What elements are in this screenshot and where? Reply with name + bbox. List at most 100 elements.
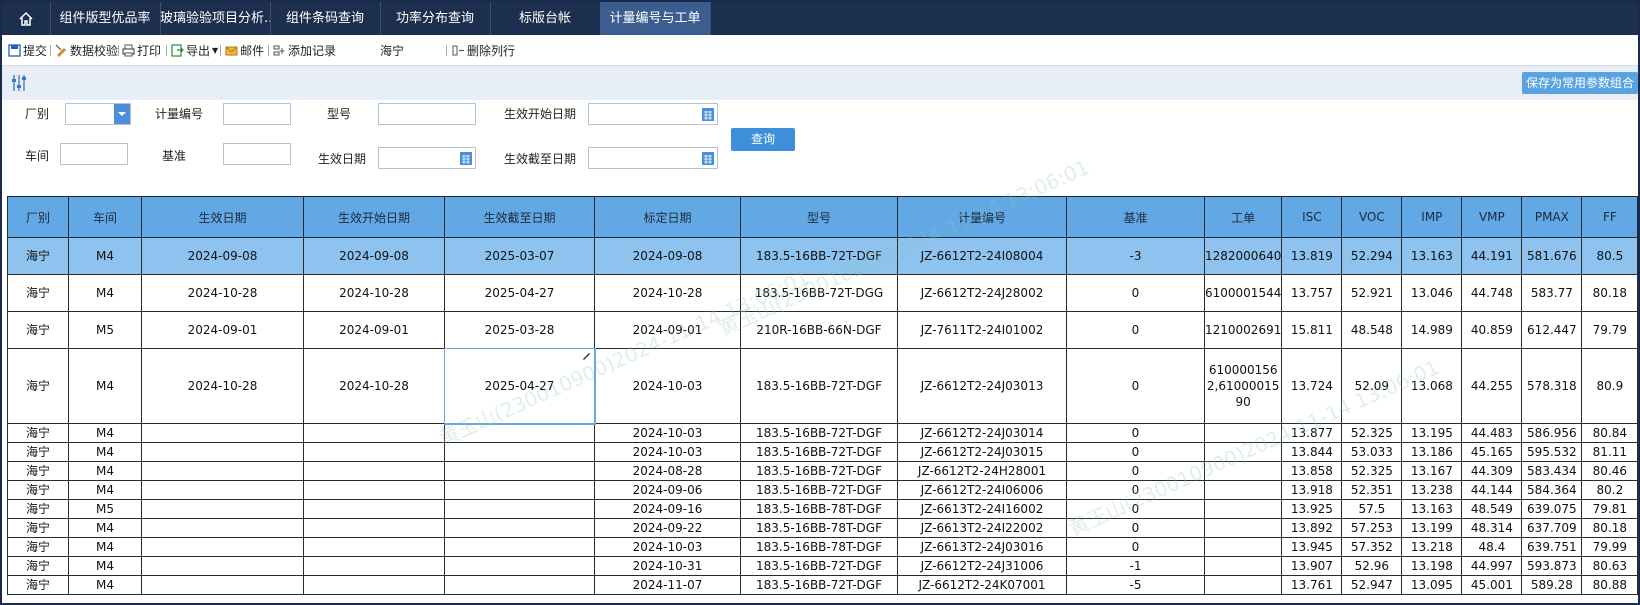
column-header[interactable]: 生效日期 [141, 196, 304, 238]
table-cell[interactable]: JZ-6613T2-24J03016 [897, 537, 1067, 557]
tab-module-yield[interactable]: 组件版型优品率 [50, 2, 161, 35]
table-cell[interactable]: 79.99 [1581, 537, 1638, 557]
table-cell[interactable]: JZ-6612T2-24I08004 [897, 237, 1067, 275]
table-cell[interactable] [303, 537, 445, 557]
table-cell[interactable]: 海宁 [7, 537, 69, 557]
table-cell[interactable] [303, 480, 445, 500]
table-cell[interactable]: 海宁 [7, 461, 69, 481]
table-cell[interactable]: 13.757 [1281, 274, 1343, 312]
table-cell[interactable]: 2024-10-28 [303, 348, 445, 424]
column-header[interactable]: 车间 [68, 196, 142, 238]
home-button[interactable] [2, 2, 51, 35]
table-cell[interactable]: 13.907 [1281, 556, 1343, 576]
table-cell[interactable]: 13.724 [1281, 348, 1343, 424]
table-cell[interactable]: 52.325 [1341, 423, 1403, 443]
table-cell[interactable]: 13.761 [1281, 575, 1343, 595]
table-cell[interactable]: 52.325 [1341, 461, 1403, 481]
table-cell[interactable]: 210R-16BB-66N-DGF [740, 311, 898, 349]
table-cell[interactable]: 583.434 [1521, 461, 1583, 481]
table-cell[interactable]: 183.5-16BB-72T-DGF [740, 348, 898, 424]
table-row[interactable]: 海宁 M4 2024-09-22 183.5-16BB-78T-DGF JZ-6613T… [7, 518, 1638, 538]
table-cell[interactable]: M4 [68, 442, 142, 462]
table-row[interactable]: 海宁 M4 2024-10-28 2024-10-28 2025-04-27 2024-1… [7, 347, 1638, 425]
query-button[interactable]: 查询 [731, 128, 795, 151]
table-cell[interactable]: 0 [1066, 274, 1205, 312]
table-cell[interactable]: 0 [1066, 423, 1205, 443]
table-cell[interactable]: 13.925 [1281, 499, 1343, 519]
table-cell[interactable]: 2024-10-31 [594, 556, 741, 576]
table-cell[interactable]: 183.5-16BB-72T-DGF [740, 461, 898, 481]
table-cell[interactable]: 183.5-16BB-72T-DGF [740, 423, 898, 443]
table-row[interactable]: 海宁 M4 2024-10-03 183.5-16BB-78T-DGF JZ-6613T… [7, 537, 1638, 557]
table-cell[interactable]: M4 [68, 575, 142, 595]
mail-button[interactable]: 邮件 [225, 42, 264, 59]
table-row[interactable]: 海宁 M5 2024-09-16 183.5-16BB-78T-DGF JZ-6613T… [7, 499, 1638, 519]
table-cell[interactable] [141, 556, 304, 576]
table-cell[interactable]: JZ-7611T2-24I01002 [897, 311, 1067, 349]
table-cell[interactable]: 80.84 [1581, 423, 1638, 443]
column-header[interactable]: IMP [1401, 196, 1463, 238]
table-cell[interactable] [303, 423, 445, 443]
table-cell[interactable]: 13.095 [1401, 575, 1463, 595]
table-cell[interactable] [141, 575, 304, 595]
table-cell[interactable]: 44.255 [1461, 348, 1523, 424]
table-cell[interactable]: M5 [68, 311, 142, 349]
end-date-picker[interactable] [588, 147, 718, 169]
table-cell[interactable]: JZ-6612T2-24J28002 [897, 274, 1067, 312]
table-cell[interactable]: 57.5 [1341, 499, 1403, 519]
benchmark-input[interactable] [223, 143, 291, 165]
table-cell[interactable]: 593.873 [1521, 556, 1583, 576]
column-header[interactable]: 基准 [1066, 196, 1205, 238]
table-cell[interactable] [444, 556, 595, 576]
table-cell[interactable]: 2024-09-06 [594, 480, 741, 500]
submit-button[interactable]: 提交 [8, 42, 47, 59]
table-cell[interactable]: 0 [1066, 442, 1205, 462]
table-cell[interactable]: 81.11 [1581, 442, 1638, 462]
table-cell[interactable]: 13.945 [1281, 537, 1343, 557]
column-header[interactable]: 型号 [740, 196, 898, 238]
table-cell[interactable]: 海宁 [7, 237, 69, 275]
column-header[interactable]: 工单 [1203, 196, 1283, 238]
table-cell[interactable]: 2025-04-27 [443, 347, 596, 425]
table-cell[interactable]: 2024-10-03 [594, 537, 741, 557]
workshop-input[interactable] [60, 143, 128, 165]
table-cell[interactable]: 595.532 [1521, 442, 1583, 462]
table-cell[interactable]: 海宁 [7, 423, 69, 443]
table-cell[interactable] [444, 423, 595, 443]
table-cell[interactable]: 80.9 [1581, 348, 1638, 424]
table-cell[interactable]: 14.989 [1401, 311, 1463, 349]
table-cell[interactable] [1203, 537, 1283, 557]
table-cell[interactable]: 海宁 [7, 480, 69, 500]
table-cell[interactable]: -1 [1066, 556, 1205, 576]
table-cell[interactable]: M4 [68, 461, 142, 481]
table-cell[interactable]: 2024-09-01 [594, 311, 741, 349]
table-cell[interactable]: 13.068 [1401, 348, 1463, 424]
dropdown-arrow[interactable] [114, 104, 130, 124]
table-cell[interactable]: JZ-6613T2-24I16002 [897, 499, 1067, 519]
tab-glass-test-analysis[interactable]: 玻璃验验项目分析... [160, 2, 271, 35]
table-cell[interactable]: 48.314 [1461, 518, 1523, 538]
table-cell[interactable]: 40.859 [1461, 311, 1523, 349]
table-cell[interactable]: JZ-6612T2-24J31006 [897, 556, 1067, 576]
table-cell[interactable]: 13.186 [1401, 442, 1463, 462]
calendar-icon[interactable] [701, 106, 715, 122]
table-row[interactable]: 海宁 M4 2024-09-08 2024-09-08 2025-03-07 2024-0… [7, 237, 1638, 275]
table-cell[interactable] [444, 442, 595, 462]
table-cell[interactable]: 637.709 [1521, 518, 1583, 538]
table-cell[interactable]: JZ-6613T2-24I22002 [897, 518, 1067, 538]
table-cell[interactable]: 15.811 [1281, 311, 1343, 349]
table-cell[interactable] [141, 442, 304, 462]
table-cell[interactable]: 44.191 [1461, 237, 1523, 275]
table-cell[interactable] [444, 518, 595, 538]
calendar-icon[interactable] [459, 150, 473, 166]
effective-date-picker[interactable] [378, 147, 476, 169]
table-cell[interactable]: 586.956 [1521, 423, 1583, 443]
table-cell[interactable]: 45.165 [1461, 442, 1523, 462]
table-cell[interactable]: 183.5-16BB-72T-DGG [740, 274, 898, 312]
table-cell[interactable]: 13.877 [1281, 423, 1343, 443]
table-cell[interactable]: M4 [68, 556, 142, 576]
table-cell[interactable]: 13.199 [1401, 518, 1463, 538]
table-cell[interactable]: 13.892 [1281, 518, 1343, 538]
table-row[interactable]: 海宁 M5 2024-09-01 2024-09-01 2025-03-28 2024-0… [7, 311, 1638, 349]
table-cell[interactable]: 2024-09-01 [141, 311, 304, 349]
